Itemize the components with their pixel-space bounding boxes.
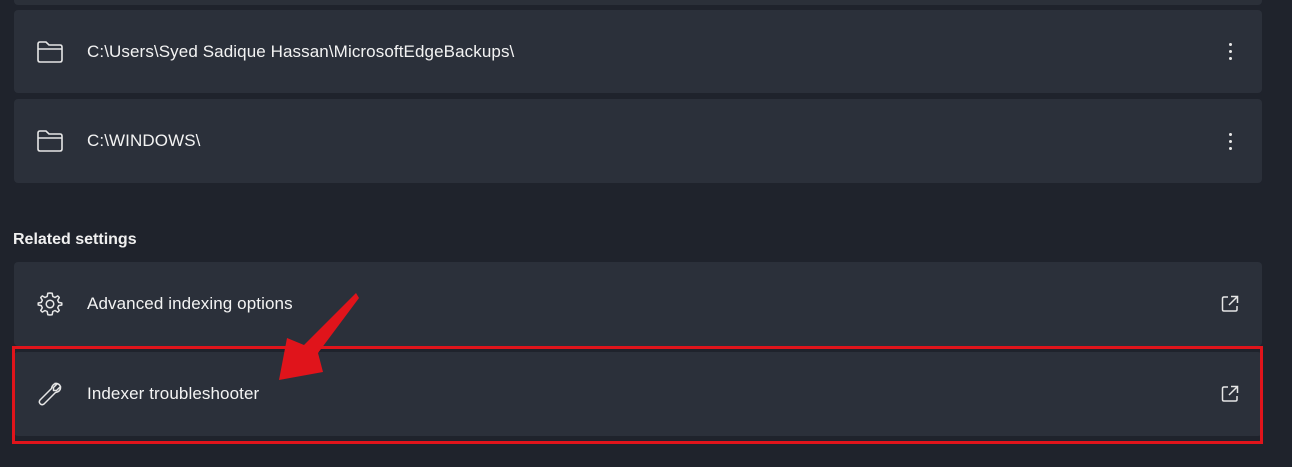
folder-row[interactable]: C:\Users\Syed Sadique Hassan\MicrosoftEd…	[14, 10, 1262, 93]
folder-icon	[36, 38, 64, 66]
open-external-icon	[1218, 382, 1242, 406]
indexer-troubleshooter-label: Indexer troubleshooter	[87, 384, 260, 403]
folder-path: C:\Users\Syed Sadique Hassan\MicrosoftEd…	[87, 41, 515, 61]
more-options-icon[interactable]	[1218, 129, 1242, 153]
folder-path: C:\WINDOWS\	[87, 131, 201, 150]
advanced-indexing-options-link[interactable]: Advanced indexing options	[14, 262, 1262, 346]
folder-icon	[36, 127, 64, 155]
advanced-indexing-options-label: Advanced indexing options	[87, 294, 293, 313]
folder-row[interactable]: C:\WINDOWS\	[14, 99, 1262, 183]
previous-card-edge	[14, 0, 1262, 5]
related-settings-title: Related settings	[13, 231, 137, 248]
indexer-troubleshooter-link[interactable]: Indexer troubleshooter	[14, 352, 1262, 436]
wrench-icon	[36, 380, 64, 408]
more-options-icon[interactable]	[1218, 40, 1242, 64]
gear-icon	[36, 290, 64, 318]
open-external-icon	[1218, 292, 1242, 316]
